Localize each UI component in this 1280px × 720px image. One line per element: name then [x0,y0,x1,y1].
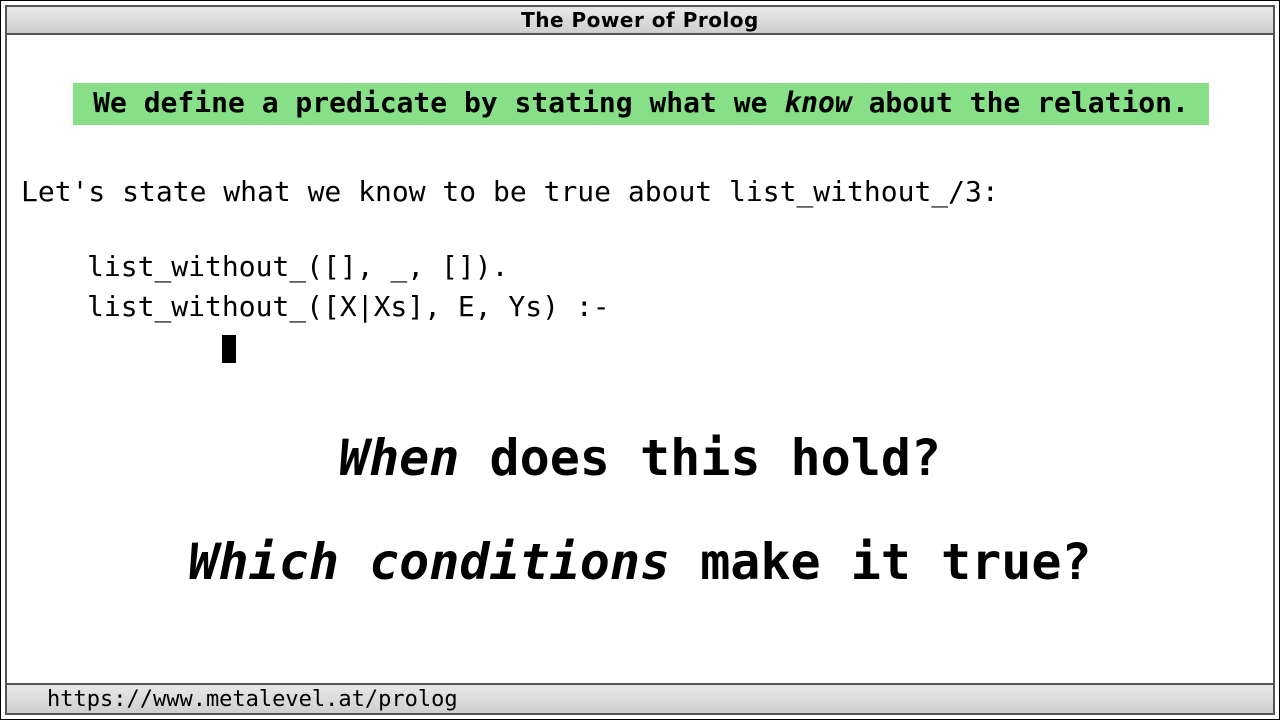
intro-text: Let's state what we know to be true abou… [21,175,999,208]
question-when-em: When [339,429,459,487]
banner-pre: We define a predicate by stating what we [93,86,784,119]
code-line-1: list_without_([], _, []). [87,250,508,283]
question-which: Which conditions make it true? [7,533,1273,591]
definition-banner: We define a predicate by stating what we… [73,83,1209,125]
statusbar-url: https://www.metalevel.at/prolog [47,687,458,712]
statusbar: https://www.metalevel.at/prolog [7,683,1273,713]
banner-em: know [784,86,851,119]
outer-frame: The Power of Prolog We define a predicat… [0,0,1280,720]
code-line-2: list_without_([X|Xs], E, Ys) :- [87,290,610,323]
banner-post: about the relation. [852,86,1189,119]
titlebar: The Power of Prolog [7,7,1273,35]
question-which-rest: make it true? [670,533,1091,591]
code-block: list_without_([], _, []). list_without_(… [87,247,610,366]
question-which-em: Which conditions [188,533,670,591]
content-area: We define a predicate by stating what we… [7,35,1273,683]
text-cursor [222,335,236,363]
cursor-indent [87,330,222,363]
window-title: The Power of Prolog [521,8,759,32]
window: The Power of Prolog We define a predicat… [5,5,1275,715]
question-when-rest: does this hold? [459,429,941,487]
question-when: When does this hold? [7,429,1273,487]
